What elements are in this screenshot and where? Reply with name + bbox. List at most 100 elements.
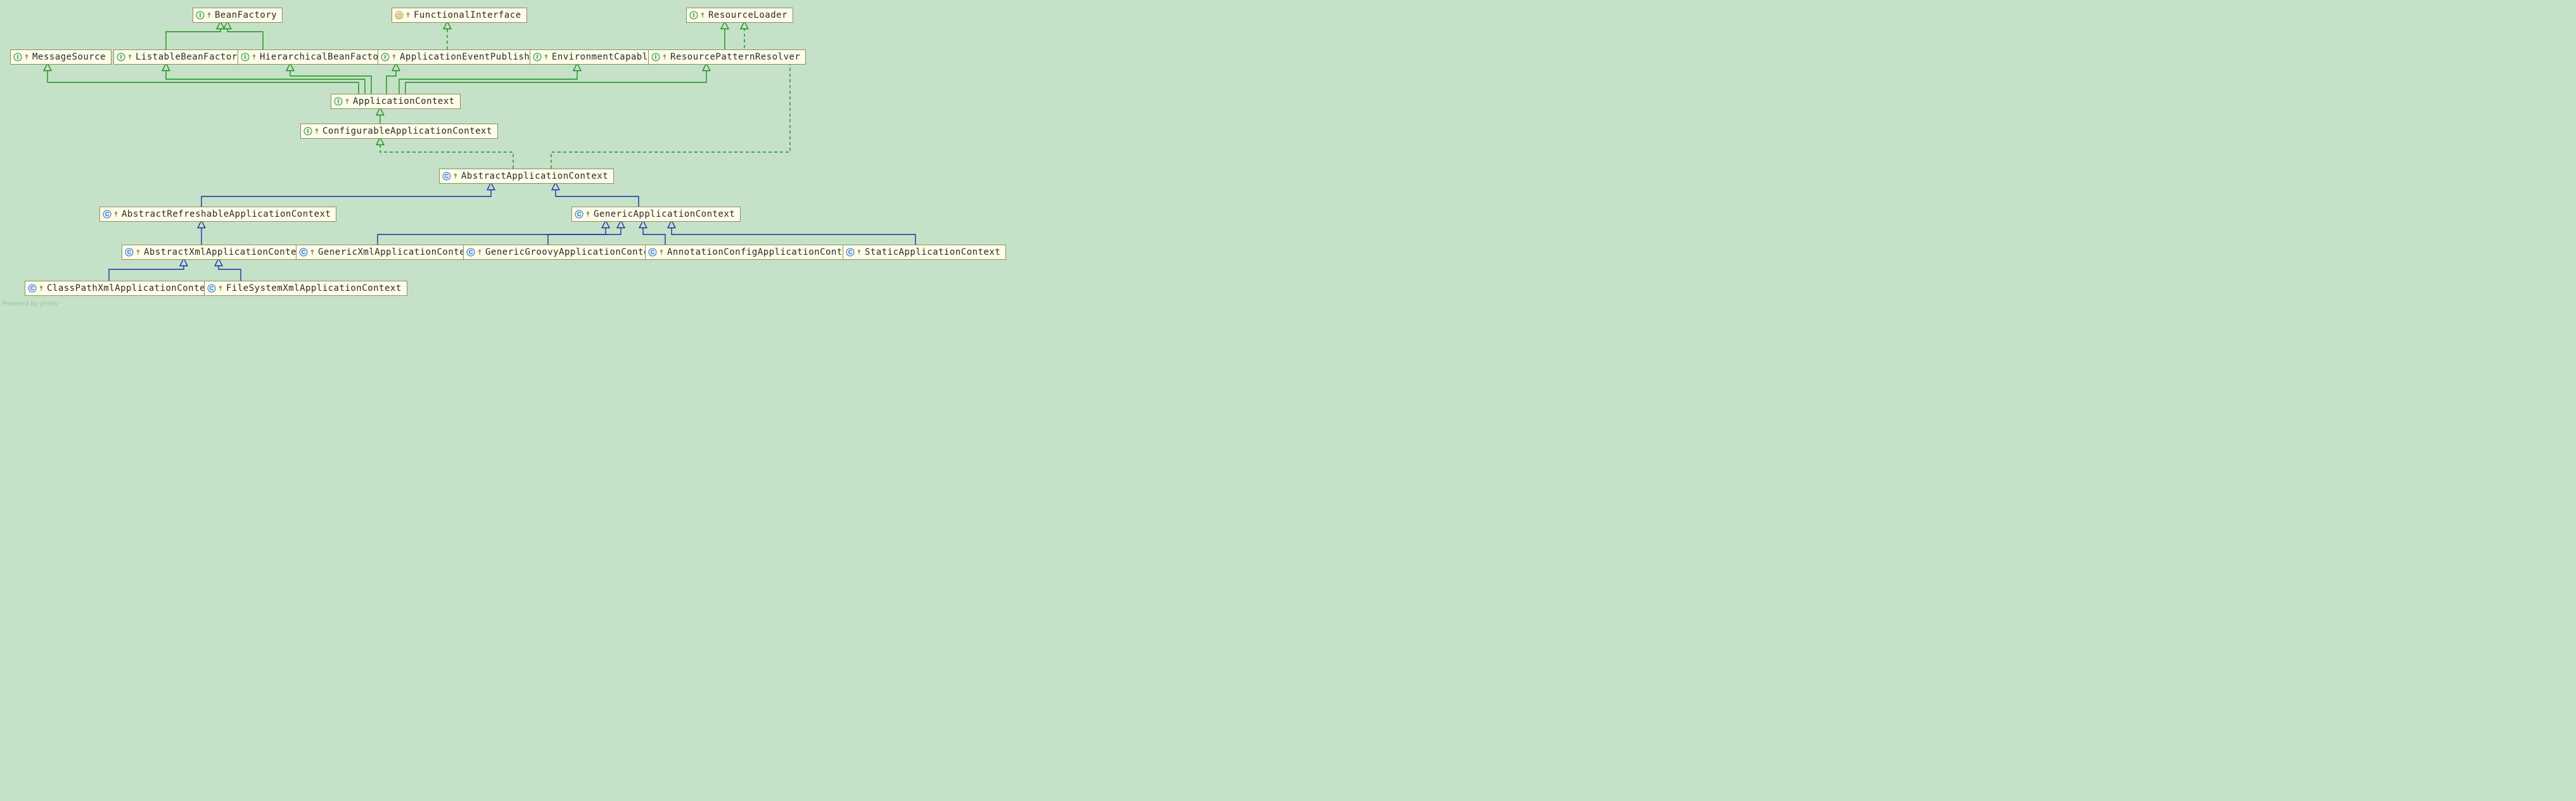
node-label: FunctionalInterface (414, 10, 521, 20)
node-GenericGroovyApplicationContext[interactable]: C GenericGroovyApplicationContext (463, 245, 666, 260)
svg-text:C: C (848, 249, 853, 255)
svg-text:C: C (651, 249, 655, 255)
pin-icon (391, 54, 397, 60)
class-icon: C (207, 284, 216, 293)
node-label: GenericApplicationContext (594, 209, 735, 219)
node-label: ResourceLoader (708, 10, 787, 20)
node-FileSystemXmlApplicationContext[interactable]: C FileSystemXmlApplicationContext (204, 281, 407, 296)
node-ApplicationContext[interactable]: I ApplicationContext (331, 94, 461, 109)
class-icon: C (648, 248, 657, 257)
node-GenericXmlApplicationContext[interactable]: C GenericXmlApplicationContext (296, 245, 482, 260)
svg-text:@: @ (396, 13, 402, 20)
class-icon: C (442, 172, 451, 181)
svg-text:C: C (445, 173, 449, 179)
svg-text:C: C (469, 249, 473, 255)
node-ResourceLoader[interactable]: I ResourceLoader (686, 8, 793, 23)
svg-text:I: I (385, 54, 386, 60)
interface-icon: I (117, 53, 125, 61)
pin-icon (658, 249, 665, 255)
node-label: StaticApplicationContext (865, 247, 1000, 257)
svg-text:I: I (17, 54, 19, 60)
node-AnnotationConfigApplicationContext[interactable]: C AnnotationConfigApplicationContext (645, 245, 865, 260)
annotation-icon: @ (395, 11, 404, 20)
pin-icon (405, 12, 411, 18)
pin-icon (38, 285, 44, 292)
interface-icon: I (533, 53, 542, 61)
node-label: ListableBeanFactory (136, 52, 243, 62)
node-ConfigurableApplicationContext[interactable]: I ConfigurableApplicationContext (300, 124, 498, 139)
pin-icon (699, 12, 706, 18)
node-label: ApplicationEventPublisher (400, 52, 541, 62)
node-label: ClassPathXmlApplicationContext (47, 283, 217, 293)
node-label: AbstractXmlApplicationContext (144, 247, 308, 257)
node-AbstractXmlApplicationContext[interactable]: C AbstractXmlApplicationContext (122, 245, 314, 260)
svg-text:C: C (105, 211, 110, 217)
node-ClassPathXmlApplicationContext[interactable]: C ClassPathXmlApplicationContext (25, 281, 222, 296)
pin-icon (543, 54, 549, 60)
class-icon: C (466, 248, 475, 257)
class-icon: C (299, 248, 308, 257)
node-label: ConfigurableApplicationContext (322, 126, 492, 136)
node-label: EnvironmentCapable (552, 52, 654, 62)
interface-icon: I (196, 11, 205, 20)
node-EnvironmentCapable[interactable]: I EnvironmentCapable (530, 49, 660, 65)
svg-text:I: I (693, 12, 695, 18)
class-icon: C (125, 248, 134, 257)
interface-icon: I (381, 53, 390, 61)
node-label: HierarchicalBeanFactory (260, 52, 390, 62)
pin-icon (206, 12, 212, 18)
node-label: GenericGroovyApplicationContext (485, 247, 661, 257)
pin-icon (344, 98, 350, 105)
pin-icon (217, 285, 224, 292)
node-label: ApplicationContext (353, 96, 455, 106)
node-HierarchicalBeanFactory[interactable]: I HierarchicalBeanFactory (238, 49, 395, 65)
svg-text:I: I (537, 54, 539, 60)
interface-icon: I (13, 53, 22, 61)
pin-icon (314, 128, 320, 134)
interface-icon: I (689, 11, 698, 20)
svg-text:C: C (127, 249, 132, 255)
node-GenericApplicationContext[interactable]: C GenericApplicationContext (571, 207, 741, 222)
svg-text:I: I (200, 12, 201, 18)
pin-icon (251, 54, 257, 60)
pin-icon (452, 173, 459, 179)
node-label: AbstractApplicationContext (461, 171, 608, 181)
interface-icon: I (651, 53, 660, 61)
svg-text:C: C (210, 285, 214, 292)
node-AbstractApplicationContext[interactable]: C AbstractApplicationContext (439, 169, 614, 184)
pin-icon (476, 249, 483, 255)
interface-icon: I (334, 97, 343, 106)
node-ResourcePatternResolver[interactable]: I ResourcePatternResolver (648, 49, 806, 65)
svg-text:C: C (302, 249, 306, 255)
pin-icon (585, 211, 591, 217)
pin-icon (135, 249, 141, 255)
node-label: GenericXmlApplicationContext (318, 247, 476, 257)
node-ApplicationEventPublisher[interactable]: I ApplicationEventPublisher (378, 49, 547, 65)
footer-credit: Powered by yFiles (3, 300, 58, 307)
node-MessageSource[interactable]: I MessageSource (10, 49, 112, 65)
svg-text:I: I (307, 128, 309, 134)
node-BeanFactory[interactable]: I BeanFactory (193, 8, 283, 23)
node-ListableBeanFactory[interactable]: I ListableBeanFactory (113, 49, 249, 65)
class-icon: C (28, 284, 37, 293)
edges-layer (0, 0, 992, 309)
node-StaticApplicationContext[interactable]: C StaticApplicationContext (843, 245, 1006, 260)
svg-text:C: C (577, 211, 582, 217)
node-label: ResourcePatternResolver (670, 52, 800, 62)
pin-icon (113, 211, 119, 217)
node-label: FileSystemXmlApplicationContext (226, 283, 402, 293)
node-label: BeanFactory (215, 10, 277, 20)
class-icon: C (846, 248, 855, 257)
node-label: MessageSource (32, 52, 106, 62)
pin-icon (23, 54, 30, 60)
class-icon: C (103, 210, 112, 219)
svg-text:I: I (338, 98, 340, 105)
pin-icon (309, 249, 316, 255)
svg-text:C: C (30, 285, 35, 292)
pin-icon (661, 54, 668, 60)
node-label: AbstractRefreshableApplicationContext (122, 209, 331, 219)
svg-text:I: I (120, 54, 122, 60)
interface-icon: I (241, 53, 250, 61)
node-AbstractRefreshableApplicationContext[interactable]: C AbstractRefreshableApplicationContext (99, 207, 336, 222)
node-FunctionalInterface[interactable]: @ FunctionalInterface (392, 8, 527, 23)
